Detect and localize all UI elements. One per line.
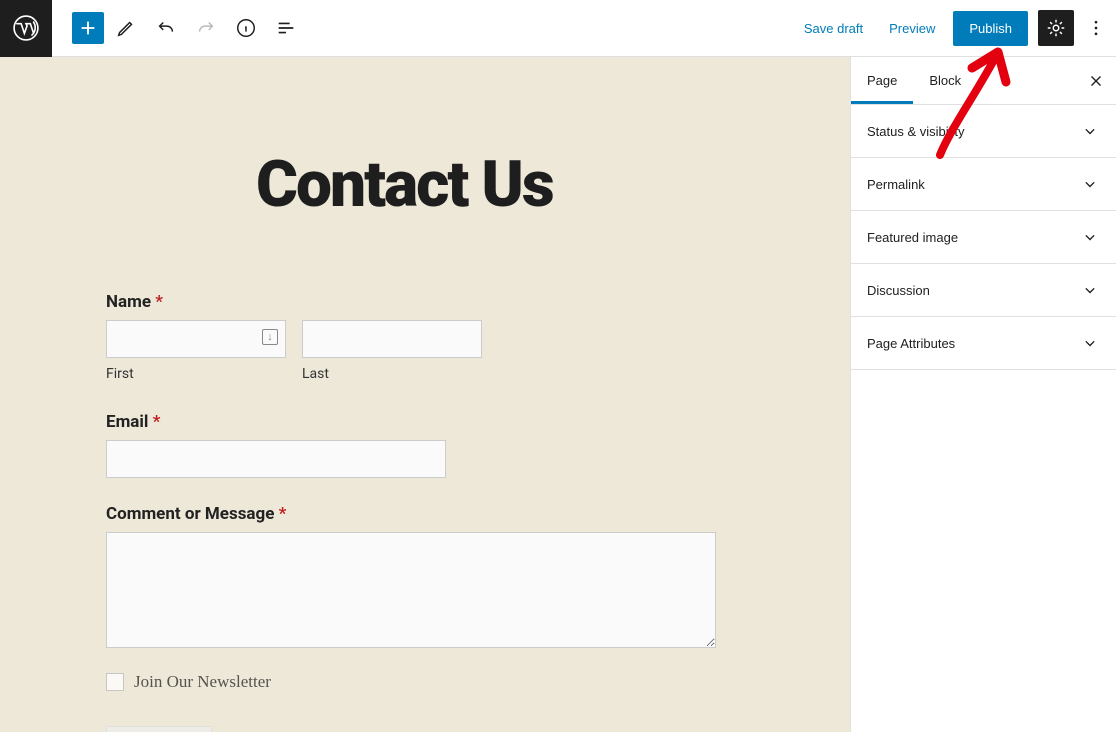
chevron-down-icon — [1080, 227, 1100, 247]
list-view-icon — [275, 17, 297, 39]
wordpress-logo[interactable] — [0, 0, 52, 57]
chevron-down-icon — [1080, 174, 1100, 194]
more-options-button[interactable] — [1084, 10, 1108, 46]
contact-form: Name * ↓ First Last Email * — [106, 292, 726, 732]
panel-permalink[interactable]: Permalink — [851, 158, 1116, 211]
name-label-text: Name — [106, 292, 151, 312]
page-content: Contact Us Name * ↓ First Last — [0, 57, 850, 732]
panel-discussion[interactable]: Discussion — [851, 264, 1116, 317]
workspace: Contact Us Name * ↓ First Last — [0, 57, 1116, 732]
chevron-down-icon — [1080, 333, 1100, 353]
first-name-column: ↓ First — [106, 320, 286, 382]
name-label: Name * — [106, 292, 726, 312]
panel-label: Permalink — [867, 177, 925, 192]
panel-page-attributes[interactable]: Page Attributes — [851, 317, 1116, 370]
edit-mode-button[interactable] — [108, 10, 144, 46]
panel-label: Featured image — [867, 230, 958, 245]
submit-button[interactable]: Submit — [106, 726, 212, 732]
tab-page[interactable]: Page — [851, 57, 913, 104]
close-icon — [1087, 72, 1105, 90]
last-sublabel: Last — [302, 366, 482, 382]
chevron-down-icon — [1080, 121, 1100, 141]
pencil-icon — [115, 17, 137, 39]
required-marker: * — [279, 504, 287, 524]
undo-icon — [155, 17, 177, 39]
name-row: ↓ First Last — [106, 320, 726, 382]
email-label: Email * — [106, 412, 726, 432]
panel-featured-image[interactable]: Featured image — [851, 211, 1116, 264]
last-name-input[interactable] — [302, 320, 482, 358]
undo-button[interactable] — [148, 10, 184, 46]
redo-button[interactable] — [188, 10, 224, 46]
required-marker: * — [155, 292, 163, 312]
close-sidebar-button[interactable] — [1076, 61, 1116, 101]
chevron-down-icon — [1080, 280, 1100, 300]
info-button[interactable] — [228, 10, 264, 46]
panel-label: Status & visibility — [867, 124, 965, 139]
wordpress-icon — [13, 15, 39, 41]
last-name-column: Last — [302, 320, 482, 382]
gear-icon — [1045, 17, 1067, 39]
editor-toolbar: Save draft Preview Publish — [0, 0, 1116, 57]
editor-canvas[interactable]: Contact Us Name * ↓ First Last — [0, 57, 850, 732]
required-marker: * — [153, 412, 161, 432]
publish-button[interactable]: Publish — [953, 11, 1028, 46]
first-sublabel: First — [106, 366, 286, 382]
outline-button[interactable] — [268, 10, 304, 46]
preview-button[interactable]: Preview — [881, 15, 943, 42]
add-block-button[interactable] — [72, 12, 104, 44]
email-input[interactable] — [106, 440, 446, 478]
email-label-text: Email — [106, 412, 148, 432]
toolbar-right: Save draft Preview Publish — [796, 10, 1108, 46]
save-draft-button[interactable]: Save draft — [796, 15, 871, 42]
comment-label: Comment or Message * — [106, 504, 726, 524]
settings-sidebar: Page Block Status & visibility Permalink… — [850, 57, 1116, 732]
settings-button[interactable] — [1038, 10, 1074, 46]
panel-label: Discussion — [867, 283, 930, 298]
kebab-icon — [1086, 18, 1106, 38]
first-name-input[interactable] — [106, 320, 286, 358]
comment-label-text: Comment or Message — [106, 504, 274, 524]
newsletter-label: Join Our Newsletter — [134, 672, 271, 692]
info-icon — [235, 17, 257, 39]
autofill-icon: ↓ — [262, 329, 278, 345]
newsletter-row[interactable]: Join Our Newsletter — [106, 672, 726, 692]
panel-label: Page Attributes — [867, 336, 955, 351]
comment-textarea[interactable] — [106, 532, 716, 648]
page-title[interactable]: Contact Us — [256, 147, 800, 222]
sidebar-tabs: Page Block — [851, 57, 1116, 105]
newsletter-checkbox[interactable] — [106, 673, 124, 691]
toolbar-left — [0, 0, 304, 57]
redo-icon — [195, 17, 217, 39]
plus-icon — [77, 17, 99, 39]
panel-status-visibility[interactable]: Status & visibility — [851, 105, 1116, 158]
tab-block[interactable]: Block — [913, 57, 977, 104]
